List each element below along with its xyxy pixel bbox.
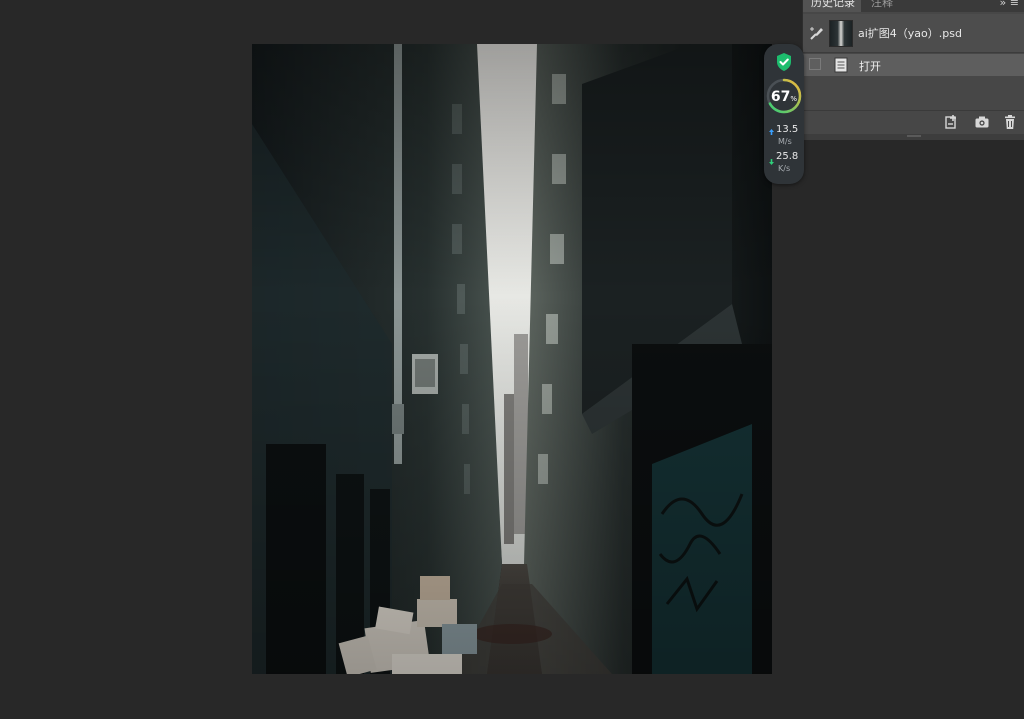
download-speed-unit: K/s: [778, 164, 791, 173]
tab-notes[interactable]: 注释: [863, 0, 903, 12]
history-snapshot-row[interactable]: ai扩图4（yao）.psd: [803, 14, 1024, 53]
document-icon: [834, 57, 848, 73]
memory-percent-unit: %: [790, 95, 798, 103]
history-source-checkbox[interactable]: [809, 58, 821, 70]
trash-icon[interactable]: [1002, 114, 1018, 130]
alley-photo: [252, 44, 772, 674]
panel-menu-button[interactable]: » ≡: [1000, 0, 1019, 12]
memory-percent: 67%: [764, 89, 804, 105]
history-brush-icon[interactable]: [809, 25, 825, 41]
history-panel: 历史记录 注释 » ≡ ai扩图4（yao）.psd 打开: [802, 0, 1024, 140]
new-document-from-state-icon[interactable]: [943, 114, 959, 130]
tab-history[interactable]: 历史记录: [803, 0, 861, 12]
panel-tab-bar: 历史记录 注释 » ≡: [803, 0, 1024, 12]
upload-speed-value: 13.5: [776, 124, 799, 135]
history-panel-footer: [803, 110, 1024, 133]
upload-arrow-icon: [769, 129, 774, 135]
system-monitor-widget[interactable]: 67% 13.5 M/s 25.8 K/s: [764, 44, 804, 184]
snapshot-name: ai扩图4（yao）.psd: [858, 27, 962, 40]
snapshot-thumbnail: [829, 20, 853, 47]
download-speed-value: 25.8: [776, 151, 799, 162]
resize-grip[interactable]: [907, 135, 921, 137]
document-canvas[interactable]: [252, 44, 772, 674]
history-state-open[interactable]: 打开: [803, 54, 1024, 76]
download-arrow-icon: [769, 159, 774, 165]
history-state-label: 打开: [859, 60, 881, 73]
memory-percent-value: 67: [770, 89, 791, 105]
panel-resize-bar[interactable]: [803, 134, 1024, 140]
shield-check-icon[interactable]: [775, 52, 793, 72]
camera-icon[interactable]: [974, 114, 990, 130]
upload-speed-unit: M/s: [778, 137, 792, 146]
